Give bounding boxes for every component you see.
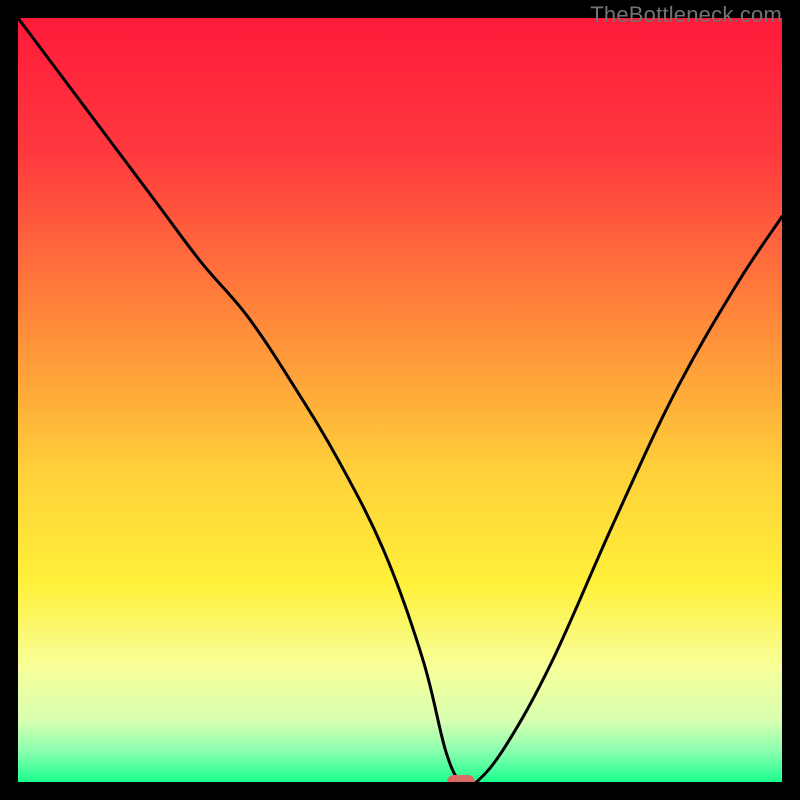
plot-area bbox=[18, 18, 782, 782]
bottleneck-curve bbox=[18, 18, 782, 782]
chart-frame: TheBottleneck.com bbox=[0, 0, 800, 800]
curve-layer bbox=[18, 18, 782, 782]
optimal-point-marker bbox=[447, 775, 475, 782]
watermark-text: TheBottleneck.com bbox=[590, 2, 782, 28]
